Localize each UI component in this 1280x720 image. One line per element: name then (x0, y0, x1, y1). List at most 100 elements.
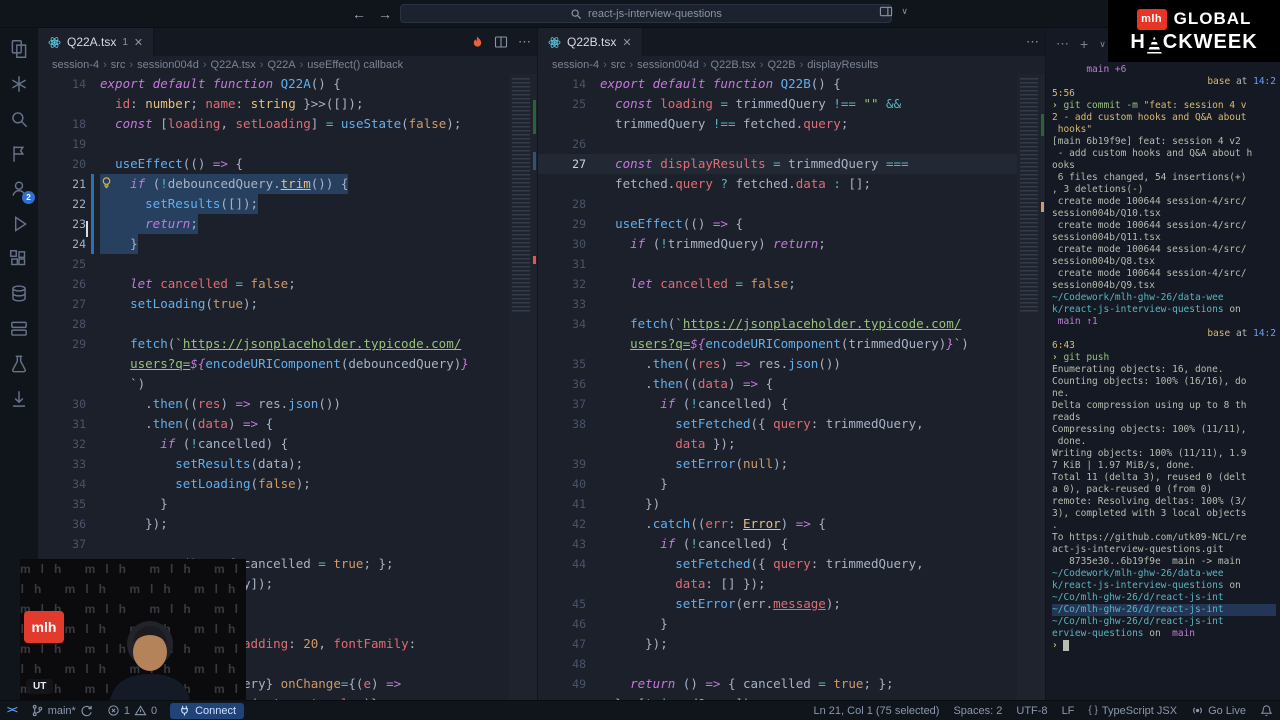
code-line[interactable]: 20 useEffect(() => { (38, 154, 509, 174)
code-line[interactable]: 46 } (538, 614, 1017, 634)
code-line[interactable]: 28 (538, 194, 1017, 214)
tab-q22a[interactable]: Q22A.tsx 1 ✕ (38, 28, 155, 56)
code-line[interactable]: 14 export default function Q22B() { (538, 74, 1017, 94)
code-line[interactable]: 30 if (!trimmedQuery) return; (538, 234, 1017, 254)
code-line[interactable]: 49 return () => { cancelled = true; }; (538, 674, 1017, 694)
code-line[interactable]: data: [] }); (538, 574, 1017, 594)
code-line[interactable]: 22 setResults([]); (38, 194, 509, 214)
breadcrumb-item[interactable]: Q22A.tsx (211, 59, 256, 71)
code-line[interactable]: 26 let cancelled = false; (38, 274, 509, 294)
breadcrumb-item[interactable]: Q22B.tsx (711, 59, 756, 71)
code-line[interactable]: users?q=${encodeURIComponent(debouncedQu… (38, 354, 509, 374)
code-line[interactable]: trimmedQuery !== fetched.query; (538, 114, 1017, 134)
code-line[interactable]: 24 } (38, 234, 509, 254)
code-line[interactable]: 19 (38, 134, 509, 154)
breadcrumb-item[interactable]: useEffect() callback (307, 59, 403, 71)
remote-indicator[interactable]: >< (0, 701, 24, 720)
code-line[interactable]: `) (38, 374, 509, 394)
new-terminal-icon[interactable]: + (1080, 36, 1088, 52)
search-sidebar-icon[interactable] (8, 108, 30, 130)
close-icon[interactable]: ✕ (134, 36, 143, 49)
star-icon[interactable] (8, 73, 30, 95)
code-line[interactable]: 25 (38, 254, 509, 274)
code-line[interactable]: 29 useEffect(() => { (538, 214, 1017, 234)
chevron-down-icon[interactable]: ∨ (901, 6, 908, 17)
language-mode[interactable]: { } TypeScript JSX (1081, 701, 1184, 720)
code-line[interactable]: 43 if (!cancelled) { (538, 534, 1017, 554)
testing-flask-icon[interactable] (8, 353, 30, 375)
go-live-button[interactable]: Go Live (1184, 701, 1253, 720)
code-line[interactable]: 35 .then((res) => res.json()) (538, 354, 1017, 374)
sync-icon[interactable] (80, 704, 93, 717)
code-line[interactable]: 27 const displayResults = trimmedQuery =… (538, 154, 1017, 174)
breadcrumb-item[interactable]: Q22B (767, 59, 795, 71)
breadcrumb-item[interactable]: session004d (137, 59, 199, 71)
breadcrumb-item[interactable]: displayResults (807, 59, 878, 71)
split-editor-icon[interactable] (494, 35, 508, 49)
connect-button[interactable]: Connect (170, 702, 245, 719)
notifications-bell[interactable] (1253, 701, 1280, 720)
cursor-position[interactable]: Ln 21, Col 1 (75 selected) (807, 701, 947, 720)
breadcrumb-item[interactable]: session004d (637, 59, 699, 71)
code-line[interactable]: 45 setError(err.message); (538, 594, 1017, 614)
code-line[interactable]: 27 setLoading(true); (38, 294, 509, 314)
code-line[interactable]: 34 setLoading(false); (38, 474, 509, 494)
minimap[interactable] (509, 74, 537, 700)
code-line[interactable]: 39 setError(null); (538, 454, 1017, 474)
panel-more-icon[interactable]: ⋯ (1056, 36, 1069, 52)
code-line[interactable]: 37 if (!cancelled) { (538, 394, 1017, 414)
code-line[interactable]: 31 (538, 254, 1017, 274)
lightbulb-icon[interactable] (100, 176, 113, 189)
forward-icon[interactable]: → (378, 5, 392, 23)
breadcrumb-item[interactable]: src (611, 59, 626, 71)
run-debug-icon[interactable] (8, 213, 30, 235)
code-line[interactable]: 14 export default function Q22A() { (38, 74, 509, 94)
code-line[interactable]: users?q=${encodeURIComponent(trimmedQuer… (538, 334, 1017, 354)
terminal-output[interactable]: main +6 base at 14:2 5:56 › git commit -m "… (1052, 64, 1276, 700)
code-line[interactable]: 32 let cancelled = false; (538, 274, 1017, 294)
code-line[interactable]: data }); (538, 434, 1017, 454)
download-icon[interactable] (8, 388, 30, 410)
more-actions-icon[interactable]: ⋯ (1026, 34, 1039, 50)
code-line[interactable]: 35 } (38, 494, 509, 514)
branch-indicator[interactable]: main* (24, 701, 100, 720)
minimap[interactable] (1017, 74, 1045, 700)
code-line[interactable]: 42 .catch((err: Error) => { (538, 514, 1017, 534)
code-line[interactable]: 33 setResults(data); (38, 454, 509, 474)
code-editor[interactable]: 14 export default function Q22B() {25 con… (538, 74, 1017, 700)
code-line[interactable]: 36 .then((data) => { (538, 374, 1017, 394)
encoding[interactable]: UTF-8 (1009, 701, 1054, 720)
command-center-search[interactable]: react-js-interview-questions (400, 4, 892, 23)
breadcrumb-item[interactable]: session-4 (52, 59, 99, 71)
code-line[interactable]: 23 return; (38, 214, 509, 234)
code-line[interactable]: 40 } (538, 474, 1017, 494)
accounts-icon[interactable]: 2 (8, 178, 35, 204)
code-line[interactable]: fetched.query ? fetched.data : []; (538, 174, 1017, 194)
database-icon[interactable] (8, 283, 30, 305)
close-icon[interactable]: ✕ (622, 36, 631, 49)
explorer-icon[interactable] (8, 38, 30, 60)
code-line[interactable]: 33 (538, 294, 1017, 314)
code-line[interactable]: 30 .then((res) => res.json()) (38, 394, 509, 414)
extensions-icon[interactable] (8, 248, 30, 270)
back-icon[interactable]: ← (352, 5, 366, 23)
code-line[interactable]: 32 if (!cancelled) { (38, 434, 509, 454)
code-line[interactable]: 48 (538, 654, 1017, 674)
breadcrumb-item[interactable]: Q22A (267, 59, 295, 71)
more-actions-icon[interactable]: ⋯ (518, 34, 531, 50)
code-line[interactable]: 47 }); (538, 634, 1017, 654)
code-line[interactable]: 25 const loading = trimmedQuery !== "" &… (538, 94, 1017, 114)
problems-indicator[interactable]: 1 0 (100, 701, 164, 720)
code-line[interactable]: 29 fetch(`https://jsonplaceholder.typico… (38, 334, 509, 354)
code-line[interactable]: 26 (538, 134, 1017, 154)
breadcrumb[interactable]: session-4 › src › session004d › Q22B.tsx › Q22B ›… (538, 56, 1045, 74)
code-line[interactable]: 38 setFetched({ query: trimmedQuery, (538, 414, 1017, 434)
code-line[interactable]: 34 fetch(`https://jsonplaceholder.typico… (538, 314, 1017, 334)
code-line[interactable]: id: number; name: string }>>([]); (38, 94, 509, 114)
code-line[interactable]: 18 const [loading, setLoading] = useStat… (38, 114, 509, 134)
flame-icon[interactable] (471, 35, 484, 49)
breadcrumb-item[interactable]: session-4 (552, 59, 599, 71)
flag-icon[interactable] (8, 143, 30, 165)
code-line[interactable]: 37 (38, 534, 509, 554)
code-line[interactable]: 28 (38, 314, 509, 334)
